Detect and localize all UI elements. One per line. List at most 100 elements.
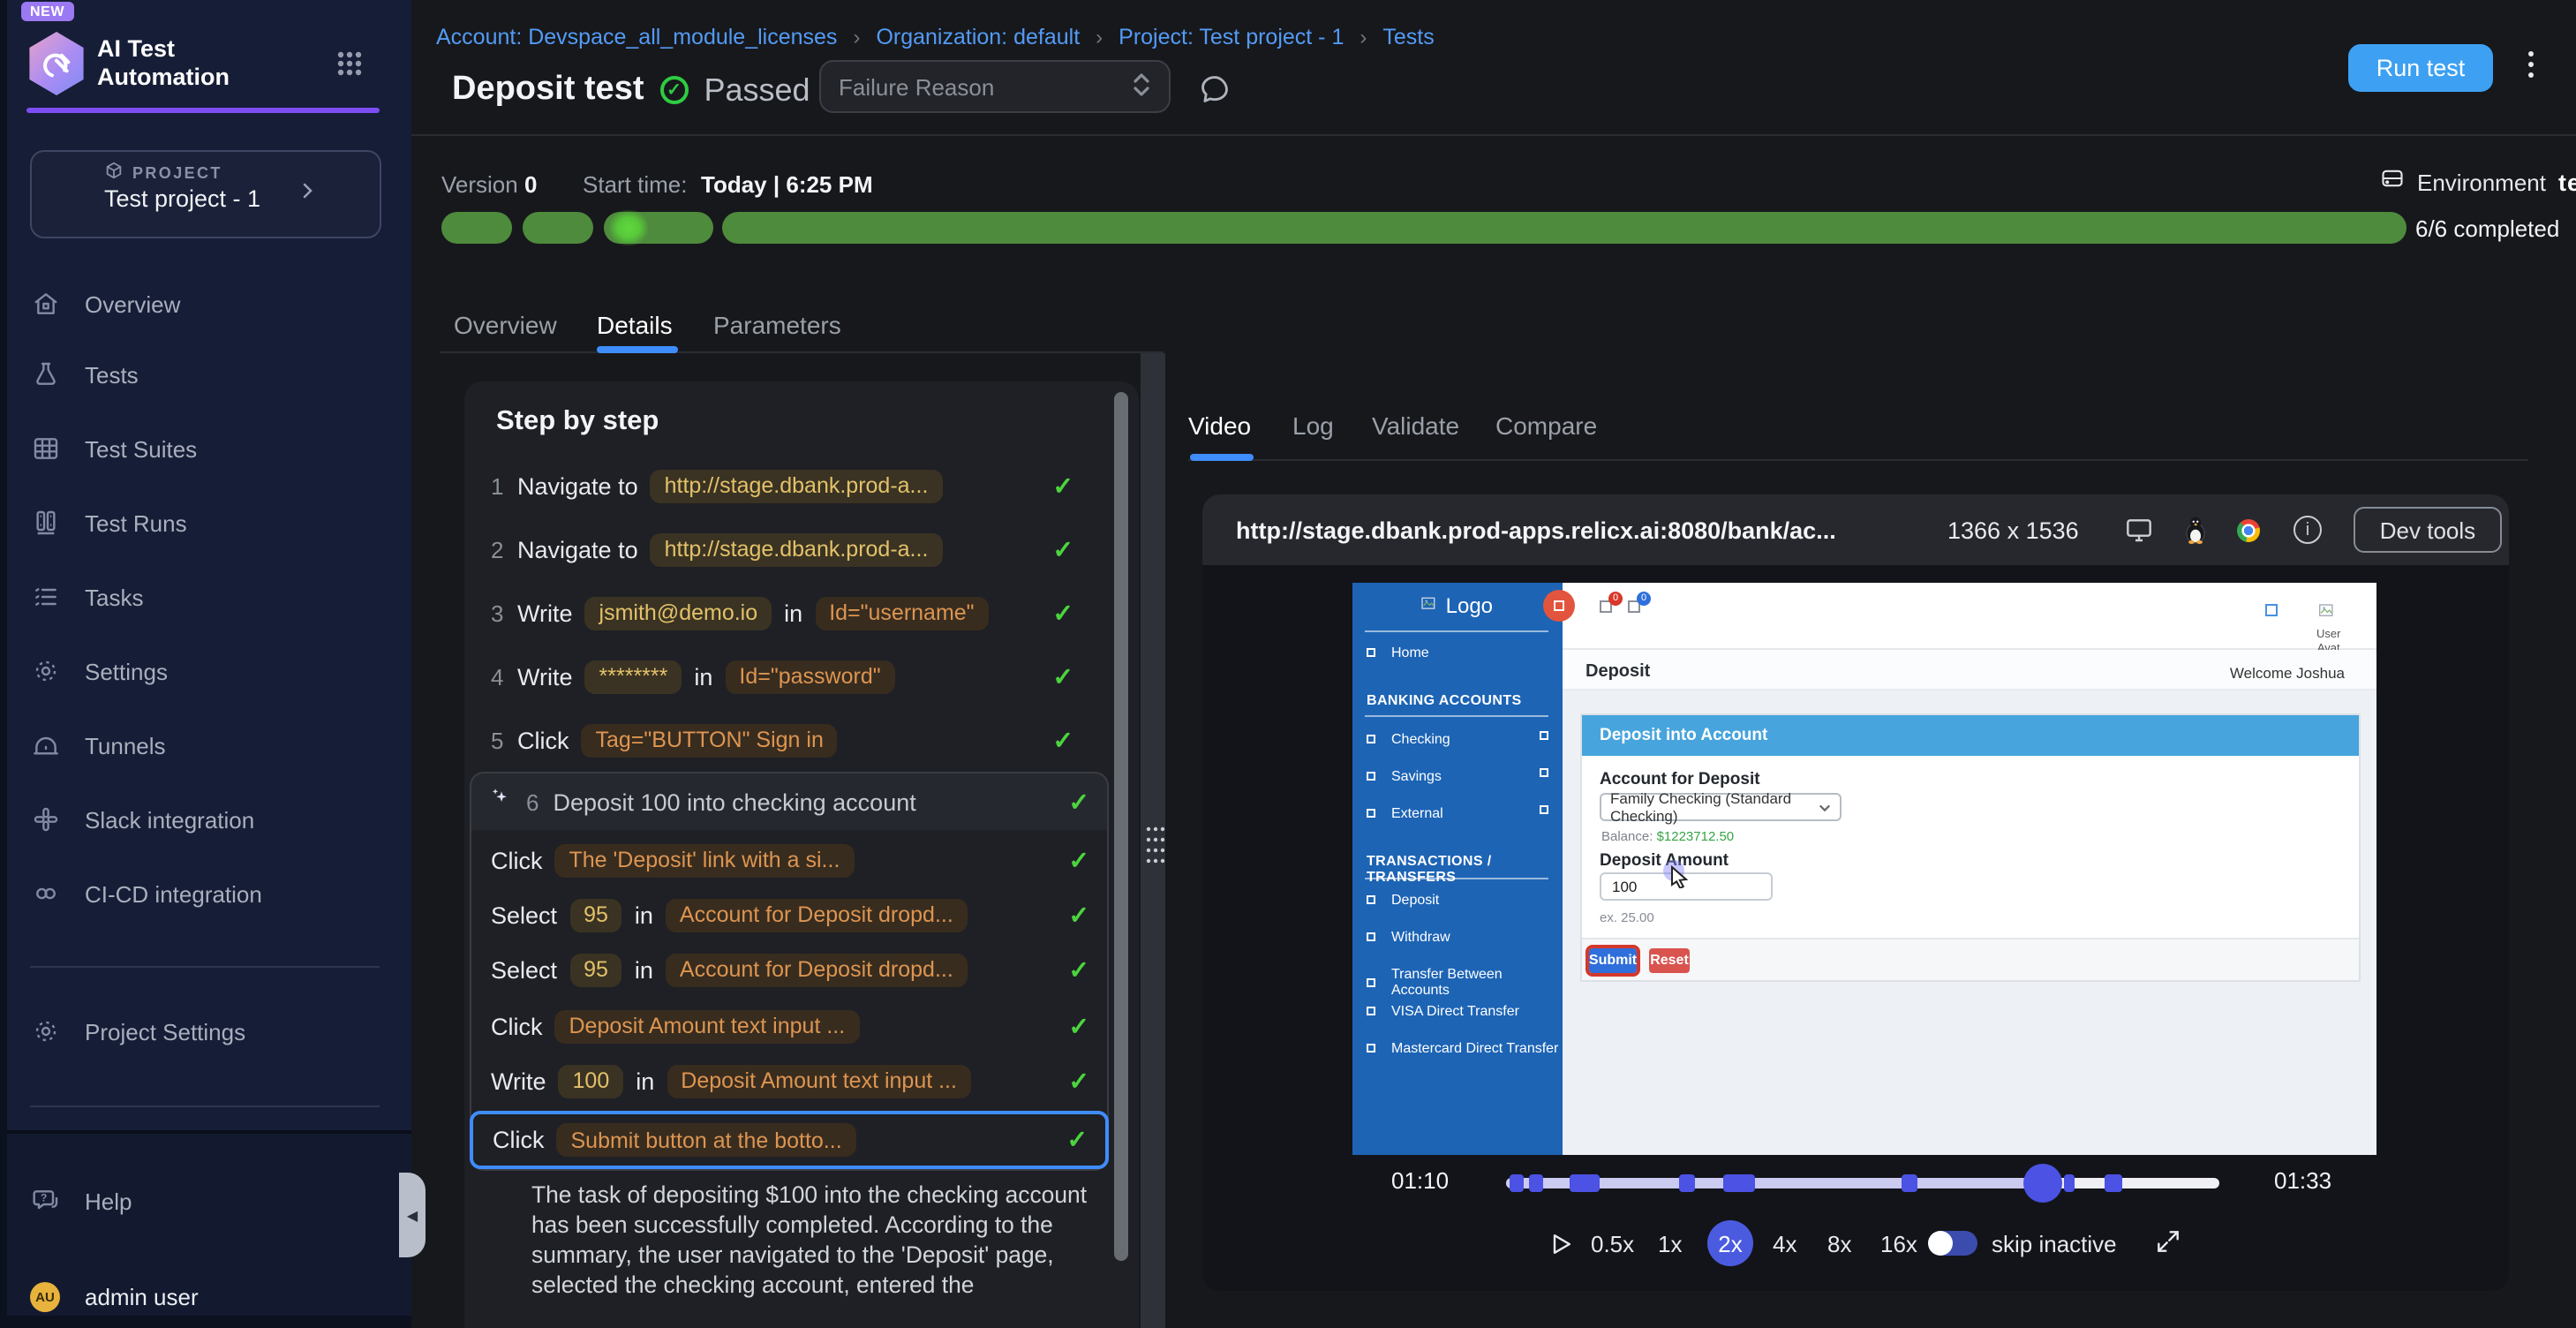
step-row-5[interactable]: 5 Click Tag="BUTTON" Sign in (470, 721, 1091, 759)
substep-row-3[interactable]: Select 95 in Account for Deposit dropd..… (471, 950, 1107, 989)
bank-nav-savings[interactable]: Savings (1367, 768, 1442, 784)
reset-button[interactable]: Reset (1649, 947, 1690, 972)
breadcrumb-tests[interactable]: Tests (1382, 25, 1434, 49)
timeline-activity-marker[interactable] (1902, 1174, 1917, 1192)
tab-details[interactable]: Details (597, 311, 673, 339)
bank-nav-external[interactable]: External (1367, 805, 1443, 821)
bank-welcome-text: Welcome Joshua (2230, 664, 2345, 682)
sidebar-item-slack-integration[interactable]: Slack integration (30, 796, 383, 842)
progress-segment[interactable] (604, 212, 713, 244)
timeline-activity-marker[interactable] (1509, 1174, 1525, 1192)
tab-video[interactable]: Video (1188, 411, 1251, 440)
speed-2x-active[interactable]: 2x (1707, 1220, 1753, 1266)
progress-segment[interactable] (441, 212, 512, 244)
comment-icon[interactable] (1197, 72, 1232, 115)
sidebar-item-tasks[interactable]: Tasks (30, 574, 383, 620)
failure-reason-select[interactable]: Failure Reason (819, 60, 1171, 113)
sidebar-item-tests[interactable]: Tests (30, 351, 383, 397)
sidebar-item-tunnels[interactable]: Tunnels (30, 722, 383, 768)
sidebar-item-project-settings[interactable]: Project Settings (30, 1008, 383, 1054)
step-row-1[interactable]: 1 Navigate to http://stage.dbank.prod-a.… (470, 466, 1091, 505)
bank-nav-withdraw[interactable]: Withdraw (1367, 929, 1450, 945)
bank-nav-visa-transfer[interactable]: VISA Direct Transfer (1367, 1003, 1519, 1019)
timeline-playhead[interactable] (2023, 1164, 2062, 1203)
url-chip[interactable]: http://stage.dbank.prod-a... (651, 469, 943, 502)
target-chip[interactable]: Account for Deposit dropd... (666, 898, 968, 932)
target-chip[interactable]: Deposit Amount text input ... (667, 1064, 971, 1098)
step-group-header[interactable]: 6 Deposit 100 into checking account (470, 772, 1109, 830)
timeline-activity-marker[interactable] (2064, 1174, 2075, 1192)
skip-inactive-toggle[interactable] (1928, 1231, 1977, 1256)
account-select[interactable]: Family Checking (Standard Checking) (1600, 793, 1842, 821)
step-row-4[interactable]: 4 Write ******** in Id="password" (470, 657, 1091, 696)
tab-compare[interactable]: Compare (1495, 411, 1597, 440)
speed-1x[interactable]: 1x (1658, 1231, 1682, 1257)
substep-row-4[interactable]: Click Deposit Amount text input ... (471, 1007, 1107, 1045)
target-chip[interactable]: Account for Deposit dropd... (666, 953, 968, 986)
timeline-activity-marker[interactable] (2105, 1174, 2122, 1192)
timeline-activity-marker[interactable] (1528, 1174, 1544, 1192)
value-chip[interactable]: ******** (585, 660, 682, 693)
substep-row-6-selected[interactable]: Click Submit button at the botto... (470, 1111, 1109, 1169)
target-chip[interactable]: The 'Deposit' link with a si... (555, 843, 855, 877)
speed-8x[interactable]: 8x (1827, 1231, 1851, 1257)
timeline-track[interactable] (1506, 1178, 2219, 1188)
timeline-activity-marker[interactable] (1570, 1174, 1600, 1192)
apps-grid-icon[interactable] (335, 49, 364, 87)
user-menu[interactable]: AU admin user (30, 1273, 383, 1319)
speed-4x[interactable]: 4x (1773, 1231, 1796, 1257)
fullscreen-square-icon[interactable] (2265, 604, 2278, 616)
fullscreen-icon[interactable] (2154, 1227, 2182, 1264)
run-test-button[interactable]: Run test (2348, 44, 2493, 92)
sidebar-item-overview[interactable]: Overview (30, 281, 383, 327)
step-row-2[interactable]: 2 Navigate to http://stage.dbank.prod-a.… (470, 530, 1091, 569)
url-chip[interactable]: http://stage.dbank.prod-a... (651, 532, 943, 566)
breadcrumb-project[interactable]: Project: Test project - 1 (1119, 25, 1344, 49)
sidebar-item-settings[interactable]: Settings (30, 648, 383, 694)
substep-row-5[interactable]: Write 100 in Deposit Amount text input .… (471, 1061, 1107, 1100)
video-url[interactable]: http://stage.dbank.prod-apps.relicx.ai:8… (1236, 517, 1836, 544)
more-menu-icon[interactable] (2527, 51, 2534, 78)
info-icon[interactable]: i (2294, 516, 2322, 544)
target-chip[interactable]: Deposit Amount text input ... (555, 1009, 860, 1043)
target-chip[interactable]: Submit button at the botto... (557, 1123, 856, 1157)
step-row-3[interactable]: 3 Write jsmith@demo.io in Id="username" (470, 593, 1091, 632)
speed-0-5x[interactable]: 0.5x (1591, 1231, 1634, 1257)
substep-row-2[interactable]: Select 95 in Account for Deposit dropd..… (471, 895, 1107, 934)
breadcrumb-account[interactable]: Account: Devspace_all_module_licenses (436, 25, 837, 49)
target-chip[interactable]: Id="password" (725, 660, 894, 693)
sidebar-item-cicd-integration[interactable]: CI-CD integration (30, 871, 383, 917)
tab-parameters[interactable]: Parameters (713, 311, 841, 339)
bank-nav-deposit[interactable]: Deposit (1367, 892, 1439, 908)
timeline-activity-marker[interactable] (1679, 1174, 1696, 1192)
progress-segment[interactable] (722, 212, 2407, 244)
target-chip[interactable]: Tag="BUTTON" Sign in (582, 723, 838, 757)
tab-overview[interactable]: Overview (454, 311, 557, 339)
drag-grip-icon[interactable] (1146, 826, 1165, 872)
dev-tools-button[interactable]: Dev tools (2354, 507, 2502, 553)
speed-16x[interactable]: 16x (1880, 1231, 1917, 1257)
target-chip[interactable]: Id="username" (815, 596, 988, 630)
bank-nav-checking[interactable]: Checking (1367, 731, 1450, 747)
bank-nav-home[interactable]: Home (1367, 645, 1429, 660)
breadcrumb-organization[interactable]: Organization: default (876, 25, 1080, 49)
substep-row-1[interactable]: Click The 'Deposit' link with a si... (471, 841, 1107, 879)
value-chip[interactable]: 95 (569, 898, 622, 932)
sidebar-item-test-suites[interactable]: Test Suites (30, 426, 383, 472)
sidebar-item-help[interactable]: ? Help (30, 1178, 383, 1224)
timeline-activity-marker[interactable] (1723, 1174, 1755, 1192)
progress-segment[interactable] (523, 212, 593, 244)
steps-scrollbar[interactable] (1114, 392, 1128, 1261)
bank-nav-mastercard-transfer[interactable]: Mastercard Direct Transfer (1367, 1040, 1558, 1056)
value-chip[interactable]: jsmith@demo.io (585, 596, 772, 630)
user-avatar-broken[interactable]: UserAvat (2316, 597, 2340, 655)
bank-nav-transfer-between[interactable]: Transfer Between Accounts (1367, 966, 1563, 998)
tab-validate[interactable]: Validate (1372, 411, 1459, 440)
sidebar-item-test-runs[interactable]: Test Runs (30, 500, 383, 546)
play-button[interactable] (1548, 1231, 1573, 1266)
tab-log[interactable]: Log (1292, 411, 1334, 440)
value-chip[interactable]: 100 (559, 1064, 624, 1098)
collapse-sidebar-handle[interactable]: ◀ (399, 1173, 426, 1257)
submit-button[interactable]: Submit (1589, 947, 1637, 972)
value-chip[interactable]: 95 (569, 953, 622, 986)
